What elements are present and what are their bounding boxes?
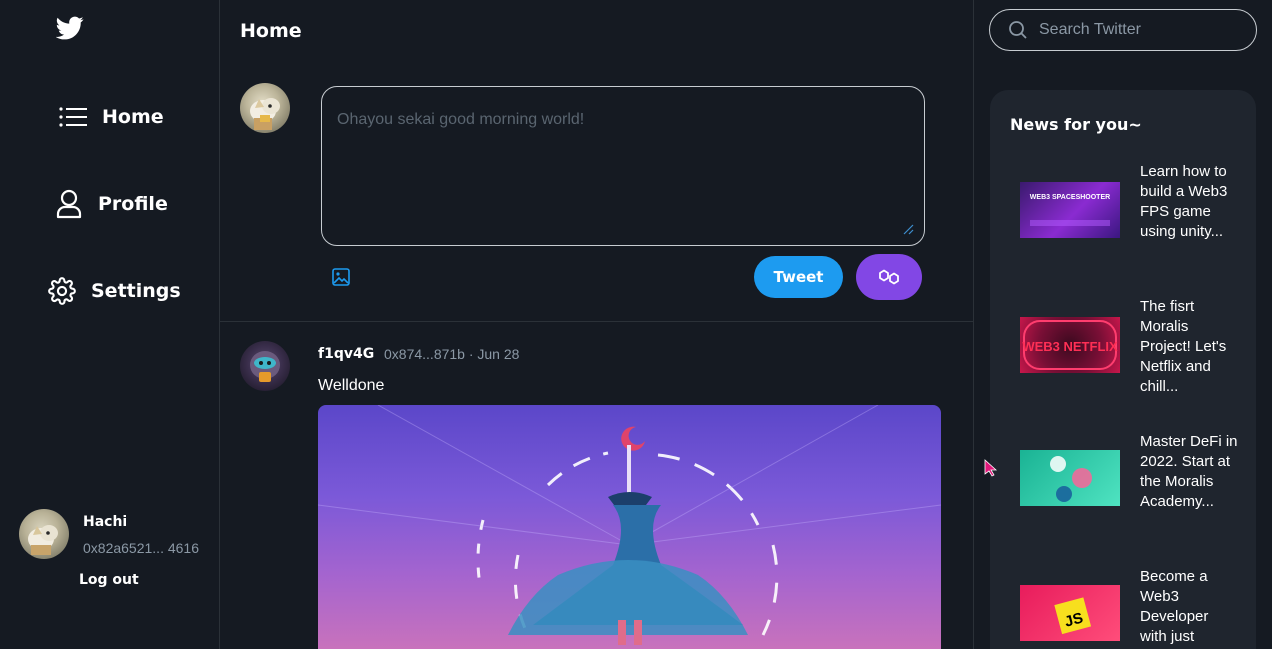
- image-upload-icon[interactable]: [331, 267, 351, 287]
- post-image[interactable]: [318, 405, 941, 649]
- news-thumbnail: WEB3 NETFLIX: [1020, 317, 1120, 373]
- compose-input[interactable]: [322, 87, 924, 245]
- mouse-cursor-icon: [984, 459, 998, 477]
- polygon-mint-button[interactable]: [856, 254, 922, 300]
- svg-text:WEB3 NETFLIX: WEB3 NETFLIX: [1022, 339, 1118, 354]
- left-sidebar: Home Profile Settings Hachi 0x82a6521...…: [0, 0, 220, 649]
- news-item-text: Master DeFi in 2022. Start at the Morali…: [1140, 433, 1238, 510]
- post-avatar[interactable]: [240, 341, 290, 391]
- list-icon: [58, 102, 88, 132]
- search-bar[interactable]: [989, 9, 1257, 51]
- twitter-logo-icon[interactable]: [56, 14, 84, 42]
- compose-avatar: [240, 83, 290, 133]
- news-panel: News for you~ WEB3 SPACESHOOTER Learn ho…: [990, 90, 1256, 649]
- news-thumbnail: [1020, 450, 1120, 506]
- nav-home-label: Home: [102, 106, 164, 128]
- tweet-button[interactable]: Tweet: [754, 256, 843, 298]
- logout-button[interactable]: Log out: [79, 572, 139, 588]
- nav-settings-label: Settings: [91, 280, 181, 302]
- resize-handle-icon[interactable]: [902, 223, 914, 235]
- news-item-text: The fisrt Moralis Project! Let's Netflix…: [1140, 298, 1227, 395]
- news-title: News for you~: [1010, 115, 1142, 134]
- nav-profile-label: Profile: [98, 193, 168, 215]
- polygon-icon: [879, 269, 899, 285]
- user-icon: [54, 189, 84, 219]
- user-address: 0x82a6521... 4616: [83, 540, 199, 556]
- gear-icon: [47, 276, 77, 306]
- news-thumbnail: WEB3 SPACESHOOTER: [1020, 182, 1120, 238]
- page-title: Home: [240, 20, 302, 42]
- main-feed: Home Tweet: [220, 0, 974, 649]
- user-name: Hachi: [83, 514, 128, 530]
- post-meta: 0x874...871b · Jun 28: [384, 346, 520, 362]
- user-avatar[interactable]: [19, 509, 69, 559]
- svg-text:WEB3 SPACESHOOTER: WEB3 SPACESHOOTER: [1030, 194, 1110, 201]
- nav-profile[interactable]: Profile: [54, 189, 168, 219]
- feed-divider: [220, 321, 973, 322]
- compose-box: [321, 86, 925, 246]
- news-thumbnail: JS: [1020, 585, 1120, 641]
- news-item-text: Become a Web3 Developer with just: [1140, 568, 1209, 645]
- search-input[interactable]: [1039, 21, 1239, 39]
- post-text: Welldone: [318, 377, 385, 394]
- search-icon: [1009, 21, 1027, 39]
- post-author[interactable]: f1qv4G: [318, 346, 374, 362]
- nav-settings[interactable]: Settings: [47, 276, 181, 306]
- nav-home[interactable]: Home: [58, 102, 164, 132]
- news-item-text: Learn how to build a Web3 FPS game using…: [1140, 163, 1228, 240]
